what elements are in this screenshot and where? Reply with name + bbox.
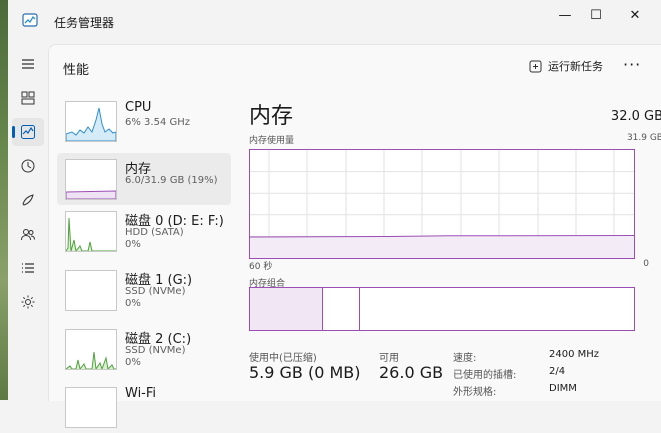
disk0-thumbnail-graph [65, 211, 117, 252]
memory-detail-panel: 内存 32.0 GB 内存使用量 31.9 GB 60 秒 0 内存组合 使用中… [249, 93, 661, 401]
disk0-usage: 0% [125, 239, 141, 250]
memory-usage-text: 6.0/31.9 GB (19%) [125, 175, 218, 186]
page-title: 性能 [63, 63, 90, 78]
disk2-thumbnail-graph [65, 329, 117, 370]
hamburger-menu-icon [22, 59, 34, 69]
processes-icon [21, 91, 35, 105]
run-new-task-button[interactable]: 运行新任务 [529, 58, 603, 74]
task-manager-app-icon [22, 13, 38, 27]
detail-title: 内存 [249, 104, 294, 129]
memory-usage-chart [249, 150, 635, 258]
list-item-cpu[interactable]: CPU 6% 3.54 GHz [57, 95, 231, 147]
nav-users[interactable] [12, 220, 44, 248]
memory-total: 32.0 GB [610, 109, 661, 124]
users-icon [21, 229, 35, 241]
list-item-memory[interactable]: 内存 6.0/31.9 GB (19%) [57, 153, 231, 205]
nav-app-history[interactable] [12, 152, 44, 180]
usage-graph-label: 内存使用量 [249, 136, 295, 146]
time-axis-end: 0 [643, 259, 649, 269]
content-pane: 性能 运行新任务 ··· CPU 6% 3.54 GHz 内存 6.0/31.9… [48, 44, 661, 428]
task-manager-window: 任务管理器 — ☐ ✕ 性能 运行新任务 ··· CPU 6% 3.54 GHz… [8, 0, 661, 428]
slots-used-value: 2/4 [549, 366, 566, 377]
memory-sparkline [66, 190, 116, 199]
wifi-name: Wi-Fi [125, 386, 157, 401]
wifi-thumbnail-graph [65, 387, 117, 428]
run-new-task-label: 运行新任务 [548, 60, 603, 73]
disk1-usage: 0% [125, 298, 141, 309]
app-history-icon [21, 159, 35, 173]
disk2-sparkline [66, 351, 116, 369]
in-use-label: 使用中(已压缩) [249, 353, 317, 364]
services-icon [21, 295, 35, 309]
nav-startup-apps[interactable] [12, 186, 44, 214]
list-item-disk-1[interactable]: 磁盘 1 (G:) SSD (NVMe) 0% [57, 264, 231, 316]
maximize-button[interactable]: ☐ [585, 6, 607, 26]
cpu-thumbnail-graph [65, 101, 117, 142]
run-task-icon [529, 60, 542, 72]
nav-rail [8, 44, 48, 400]
slots-used-key: 已使用的插槽: [453, 370, 517, 381]
more-options-button[interactable]: ··· [623, 55, 641, 74]
composition-in-use-segment [250, 288, 323, 330]
in-use-value: 5.9 GB (0 MB) [249, 363, 361, 382]
memory-thumbnail-graph [65, 159, 117, 200]
title-bar[interactable]: 任务管理器 — ☐ ✕ [8, 0, 661, 44]
memory-usage-graph [249, 149, 635, 259]
close-button[interactable]: ✕ [624, 6, 646, 26]
form-factor-key: 外形规格: [453, 387, 497, 398]
disk0-sparkline [66, 217, 116, 251]
nav-details[interactable] [12, 254, 44, 282]
nav-services[interactable] [12, 288, 44, 316]
memory-composition-bar [249, 287, 635, 331]
disk1-thumbnail-graph [65, 270, 117, 311]
available-value: 26.0 GB [379, 363, 444, 382]
time-axis-start: 60 秒 [249, 262, 273, 272]
usage-graph-max: 31.9 GB [626, 133, 661, 143]
available-label: 可用 [379, 353, 399, 364]
startup-apps-icon [22, 194, 34, 206]
disk0-type: HDD (SATA) [125, 227, 184, 238]
cpu-usage-text: 6% 3.54 GHz [125, 117, 191, 128]
nav-processes[interactable] [12, 84, 44, 112]
speed-value: 2400 MHz [549, 349, 600, 360]
disk2-usage: 0% [125, 357, 141, 368]
form-factor-value: DIMM [549, 383, 577, 394]
list-item-disk-2[interactable]: 磁盘 2 (C:) SSD (NVMe) 0% [57, 323, 231, 375]
desktop-wallpaper-edge [0, 0, 8, 400]
cpu-sparkline [66, 107, 116, 141]
details-icon [22, 263, 34, 273]
speed-key: 速度: [453, 353, 477, 364]
window-title: 任务管理器 [54, 16, 115, 30]
performance-icon [21, 125, 35, 139]
list-item-wifi[interactable]: Wi-Fi [57, 381, 231, 433]
list-item-disk-0[interactable]: 磁盘 0 (D: E: F:) HDD (SATA) 0% [57, 205, 231, 257]
nav-performance[interactable] [12, 118, 44, 146]
disk2-type: SSD (NVMe) [125, 345, 186, 356]
performance-list: CPU 6% 3.54 GHz 内存 6.0/31.9 GB (19%) 磁盘 … [53, 93, 235, 428]
minimize-button[interactable]: — [554, 6, 576, 26]
cpu-name: CPU [125, 100, 152, 115]
disk1-type: SSD (NVMe) [125, 286, 186, 297]
composition-modified-segment [323, 288, 360, 330]
hamburger-menu-button[interactable] [12, 50, 44, 78]
